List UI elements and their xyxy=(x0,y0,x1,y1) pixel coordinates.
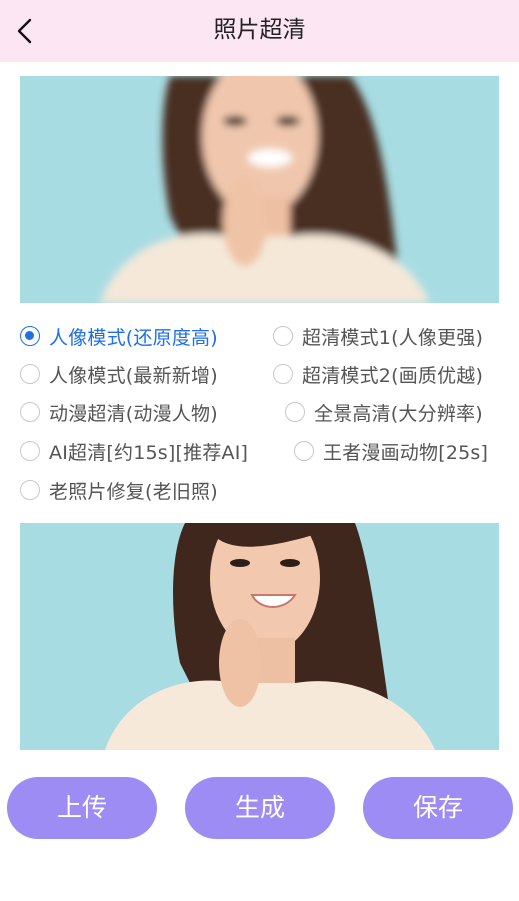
radio-checked-icon[interactable] xyxy=(20,326,40,346)
radio-icon[interactable] xyxy=(273,364,293,384)
radio-icon[interactable] xyxy=(20,402,40,422)
radio-icon[interactable] xyxy=(273,326,293,346)
option-old-photo-restore[interactable]: 老照片修复(老旧照) xyxy=(20,475,218,505)
generate-button[interactable]: 生成 xyxy=(185,777,335,839)
save-button[interactable]: 保存 xyxy=(363,777,513,839)
radio-icon[interactable] xyxy=(294,441,314,461)
option-ultra-clear-1[interactable]: 超清模式1(人像更强) xyxy=(273,321,483,351)
radio-icon[interactable] xyxy=(285,402,305,422)
option-ai-clear[interactable]: AI超清[约15s][推荐AI] xyxy=(20,436,248,466)
top-bar: 照片超清 xyxy=(0,0,519,62)
radio-icon[interactable] xyxy=(20,441,40,461)
option-panorama-hd[interactable]: 全景高清(大分辨率) xyxy=(285,397,483,427)
upload-button[interactable]: 上传 xyxy=(7,777,157,839)
option-portrait-restore[interactable]: 人像模式(还原度高) xyxy=(20,321,218,351)
page-title: 照片超清 xyxy=(213,17,306,43)
option-comic-animal[interactable]: 王者漫画动物[25s] xyxy=(294,436,488,466)
option-anime-clear[interactable]: 动漫超清(动漫人物) xyxy=(20,397,218,427)
enhanced-photo xyxy=(20,523,499,750)
radio-icon[interactable] xyxy=(20,480,40,500)
option-ultra-clear-2[interactable]: 超清模式2(画质优越) xyxy=(273,359,483,389)
radio-icon[interactable] xyxy=(20,364,40,384)
back-arrow-icon[interactable] xyxy=(8,12,46,50)
original-photo xyxy=(20,76,499,303)
option-portrait-new[interactable]: 人像模式(最新新增) xyxy=(20,359,218,389)
